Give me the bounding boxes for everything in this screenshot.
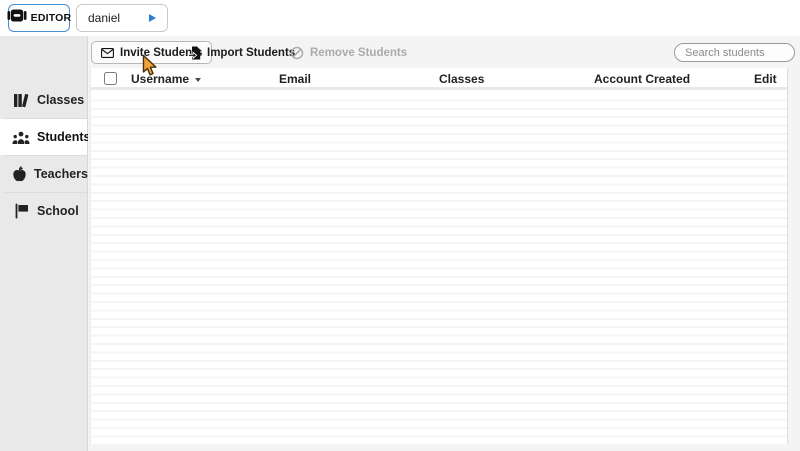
import-students-button[interactable]: Import Students (188, 41, 295, 64)
column-header-classes: Classes (439, 72, 484, 86)
sidebar-item-school[interactable]: School (0, 193, 87, 229)
sidebar-item-label: School (37, 204, 79, 218)
editor-button-label: EDITOR (31, 12, 72, 24)
envelope-icon (101, 48, 114, 58)
column-header-edit: Edit (754, 72, 777, 86)
table-body-empty (91, 93, 787, 444)
students-table: Username Email Classes Account Created E… (90, 68, 788, 444)
file-tab-daniel[interactable]: daniel (76, 4, 168, 32)
column-header-account-created: Account Created (594, 72, 690, 86)
main-content: Invite Students Import Students Remove S… (88, 36, 800, 451)
app-window: EDITOR daniel Classes (0, 0, 800, 451)
file-import-icon (188, 46, 201, 60)
remove-students-label: Remove Students (310, 47, 407, 59)
search-input[interactable] (674, 43, 795, 62)
top-bar: EDITOR daniel (0, 0, 800, 36)
people-icon (12, 131, 30, 144)
remove-students-button[interactable]: Remove Students (290, 41, 407, 64)
apple-icon (12, 166, 27, 182)
sidebar-item-label: Students (37, 130, 90, 144)
prohibited-icon (290, 46, 304, 60)
sidebar: Classes Students (0, 36, 88, 451)
column-header-email: Email (279, 72, 311, 86)
sort-caret-icon (195, 78, 201, 82)
sidebar-item-classes[interactable]: Classes (0, 82, 87, 118)
editor-button[interactable]: EDITOR (8, 4, 70, 32)
sidebar-item-label: Teachers (34, 167, 88, 181)
select-all-checkbox[interactable] (104, 72, 117, 85)
sidebar-item-label: Classes (37, 93, 84, 107)
table-header: Username Email Classes Account Created E… (91, 68, 787, 90)
sidebar-item-teachers[interactable]: Teachers (0, 156, 87, 192)
play-icon[interactable] (149, 14, 156, 22)
sidebar-item-students[interactable]: Students (0, 119, 87, 155)
flag-icon (12, 203, 30, 219)
column-header-username-label: Username (131, 72, 189, 86)
import-students-label: Import Students (207, 47, 295, 59)
column-header-username[interactable]: Username (131, 72, 201, 86)
editor-icon (7, 9, 27, 27)
file-tab-label: daniel (88, 11, 149, 25)
sidebar-nav: Classes Students (0, 82, 87, 229)
books-icon (12, 93, 30, 108)
